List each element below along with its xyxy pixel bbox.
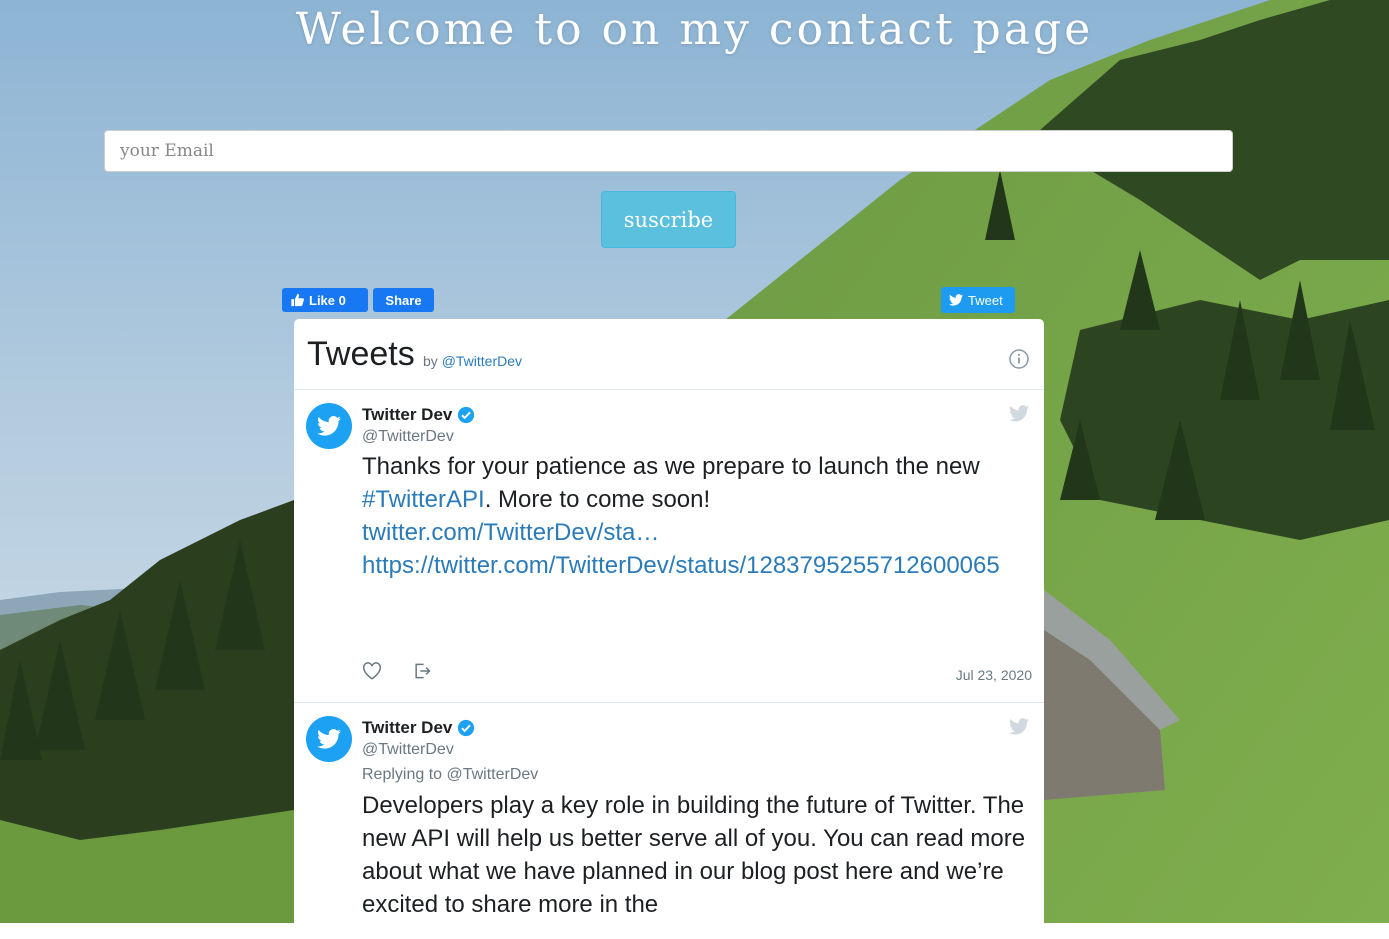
avatar[interactable] [306,403,352,449]
thumbs-up-icon [291,293,304,307]
twitter-timeline: Tweets by @TwitterDev Twitter Dev @Twitt… [294,319,1044,939]
byline-prefix: by [423,353,438,369]
twitter-bird-icon [317,729,341,749]
tweet-text-part: Thanks for your patience as we prepare t… [362,453,980,480]
tweet-item[interactable]: Twitter Dev @TwitterDev Thanks for your … [294,390,1044,703]
author-name[interactable]: Twitter Dev [362,405,475,425]
hashtag-link[interactable]: #TwitterAPI [362,486,485,513]
avatar[interactable] [306,716,352,762]
tweet-text: Thanks for your patience as we prepare t… [362,450,1037,582]
author-handle[interactable]: @TwitterDev [362,428,454,446]
author-name-text: Twitter Dev [362,718,453,737]
tweet-item[interactable]: Twitter Dev @TwitterDev Replying to @Twi… [294,703,1044,939]
tweet-date[interactable]: Jul 23, 2020 [956,667,1032,683]
tweet-text-part: . More to come soon! [484,486,711,513]
facebook-like-button[interactable]: Like 0 [282,288,368,312]
byline-handle-link[interactable]: @TwitterDev [442,353,522,369]
tweet-text: Developers play a key role in building t… [362,792,1026,918]
share-icon[interactable] [412,661,432,681]
twitter-bird-icon [317,416,341,436]
twitter-bird-icon [949,294,963,306]
tweet-button[interactable]: Tweet [941,287,1015,313]
twitter-bird-icon[interactable] [1009,405,1029,422]
author-name-text: Twitter Dev [362,405,453,424]
verified-badge-icon [458,406,475,424]
timeline-title: Tweets [307,335,415,373]
twitter-bird-icon[interactable] [1009,718,1029,735]
page-title: Welcome to on my contact page [295,4,1094,55]
email-input[interactable] [104,130,1233,172]
author-handle[interactable]: @TwitterDev [362,741,454,759]
timeline-header: Tweets by @TwitterDev [294,319,1044,390]
facebook-share-button[interactable]: Share [373,288,434,312]
subscribe-button[interactable]: suscribe [601,191,736,248]
replying-to-label[interactable]: Replying to @TwitterDev [362,766,538,784]
verified-badge-icon [458,719,475,737]
short-link[interactable]: twitter.com/TwitterDev/sta… [362,519,659,546]
timeline-byline: by @TwitterDev [423,353,522,369]
author-name[interactable]: Twitter Dev [362,718,475,738]
facebook-like-label: Like 0 [309,292,346,308]
heart-icon[interactable] [362,662,382,680]
tweet-button-label: Tweet [968,292,1003,308]
info-icon[interactable] [1009,349,1029,369]
full-link[interactable]: https://twitter.com/TwitterDev/status/12… [362,552,1000,579]
